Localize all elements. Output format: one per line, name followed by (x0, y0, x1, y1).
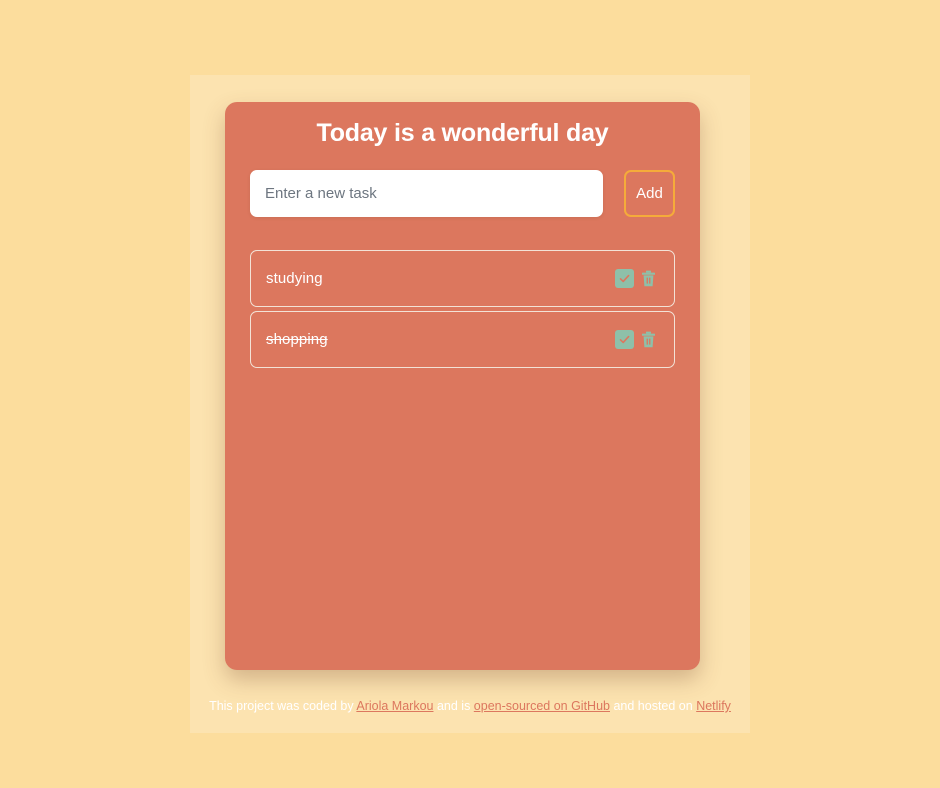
task-list: studying shopping (225, 217, 700, 368)
task-actions (615, 269, 657, 288)
page-title: Today is a wonderful day (316, 119, 609, 147)
footer-host-link[interactable]: Netlify (696, 699, 731, 713)
task-actions (615, 330, 657, 349)
new-task-input[interactable] (250, 170, 603, 217)
task-row: shopping (250, 311, 675, 368)
complete-task-button[interactable] (615, 330, 634, 349)
footer-source-link[interactable]: open-sourced on GitHub (474, 699, 610, 713)
task-row: studying (250, 250, 675, 307)
page-footer: This project was coded by Ariola Markou … (0, 699, 940, 713)
add-task-button[interactable]: Add (624, 170, 675, 217)
delete-task-button[interactable] (640, 269, 657, 288)
footer-text-part2: and is (433, 699, 474, 713)
check-icon (619, 274, 630, 283)
footer-text-part3: and hosted on (610, 699, 697, 713)
complete-task-button[interactable] (615, 269, 634, 288)
check-icon (619, 335, 630, 344)
trash-icon (642, 331, 655, 348)
task-label: shopping (266, 331, 328, 348)
delete-task-button[interactable] (640, 330, 657, 349)
task-label: studying (266, 270, 323, 287)
add-task-form: Add (225, 148, 700, 217)
footer-author-link[interactable]: Ariola Markou (356, 699, 433, 713)
trash-icon (642, 270, 655, 287)
footer-text-part1: This project was coded by (209, 699, 357, 713)
todo-app-card: Today is a wonderful day Add studying sho… (225, 102, 700, 670)
